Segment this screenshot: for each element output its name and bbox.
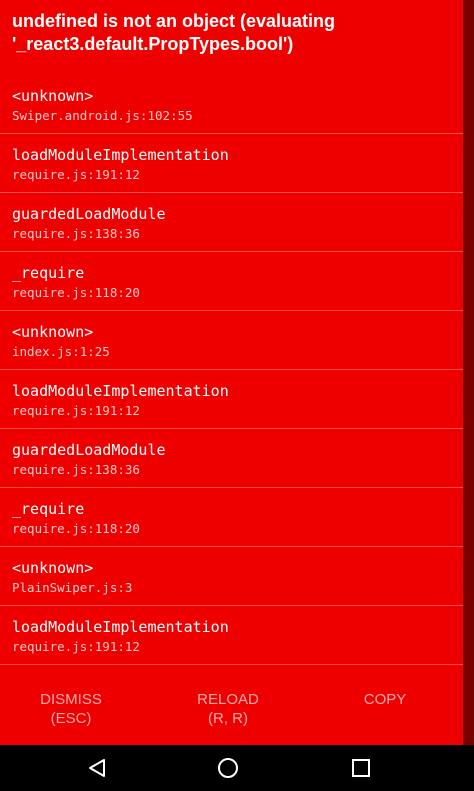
stack-frame-method: <unknown> [12,559,94,577]
recents-button[interactable] [341,753,381,783]
stack-frame[interactable]: guardedLoadModule require.js:138:36 [0,193,463,252]
stack-frame-location: require.js:118:20 [12,521,140,536]
stack-frame-location: index.js:1:25 [12,344,110,359]
redbox-error-screen: undefined is not an object (evaluating '… [0,0,463,745]
stack-frame-location: require.js:191:12 [12,167,140,182]
copy-button[interactable]: COPY [310,690,460,709]
error-message: undefined is not an object (evaluating '… [12,10,452,56]
stack-frame-method: _require [12,500,85,518]
reload-button-shortcut: (R, R) [208,710,248,727]
copy-button-label: COPY [363,691,407,708]
dismiss-button[interactable]: DISMISS (ESC) [0,690,146,728]
stack-frame-method: loadModuleImplementation [12,146,229,164]
back-triangle-icon [89,759,105,777]
stack-frame[interactable]: _require require.js:118:20 [0,252,463,311]
stack-frame-method: _require [12,264,85,282]
stack-frame-location: require.js:138:36 [12,462,140,477]
stack-frame-location: PlainSwiper.js:3 [12,580,133,595]
stack-frame-location: require.js:118:20 [12,285,140,300]
stack-frame-method: <unknown> [12,87,94,105]
reload-button[interactable]: RELOAD (R, R) [153,690,303,728]
dismiss-button-label: DISMISS [40,691,102,708]
error-message-line-2: '_react3.default.PropTypes.bool') [12,34,294,54]
stack-frame-location: require.js:138:36 [12,226,140,241]
back-button[interactable] [77,753,117,783]
stack-frame-location: require.js:191:12 [12,403,140,418]
stack-frame-method: <unknown> [12,323,94,341]
scroll-edge [463,0,474,745]
home-circle-icon [218,758,238,778]
android-navigation-bar [0,745,474,791]
recents-square-icon [352,759,370,777]
redbox-action-bar: DISMISS (ESC) RELOAD (R, R) COPY [0,680,463,740]
home-button[interactable] [208,753,248,783]
stack-frame[interactable]: <unknown> Swiper.android.js:102:55 [0,75,463,134]
stack-frame-location: Swiper.android.js:102:55 [12,108,193,123]
stack-frame[interactable]: _require require.js:118:20 [0,488,463,547]
dismiss-button-shortcut: (ESC) [50,710,92,727]
stack-frame-method: guardedLoadModule [12,441,166,459]
stack-frame[interactable]: <unknown> PlainSwiper.js:3 [0,547,463,606]
error-message-line-1: undefined is not an object (evaluating [12,11,336,31]
stack-frame-method: loadModuleImplementation [12,382,229,400]
stack-frame-location: require.js:191:12 [12,639,140,654]
stack-frame[interactable]: loadModuleImplementation require.js:191:… [0,370,463,429]
stack-frame[interactable]: guardedLoadModule require.js:138:36 [0,429,463,488]
stack-frame[interactable]: loadModuleImplementation require.js:191:… [0,606,463,665]
stack-frame-method: loadModuleImplementation [12,618,229,636]
stack-frame[interactable]: loadModuleImplementation require.js:191:… [0,134,463,193]
android-screen: undefined is not an object (evaluating '… [0,0,474,791]
stack-trace-list: <unknown> Swiper.android.js:102:55 loadM… [0,75,463,665]
stack-frame[interactable]: <unknown> index.js:1:25 [0,311,463,370]
stack-frame-method: guardedLoadModule [12,205,166,223]
reload-button-label: RELOAD [197,691,259,708]
